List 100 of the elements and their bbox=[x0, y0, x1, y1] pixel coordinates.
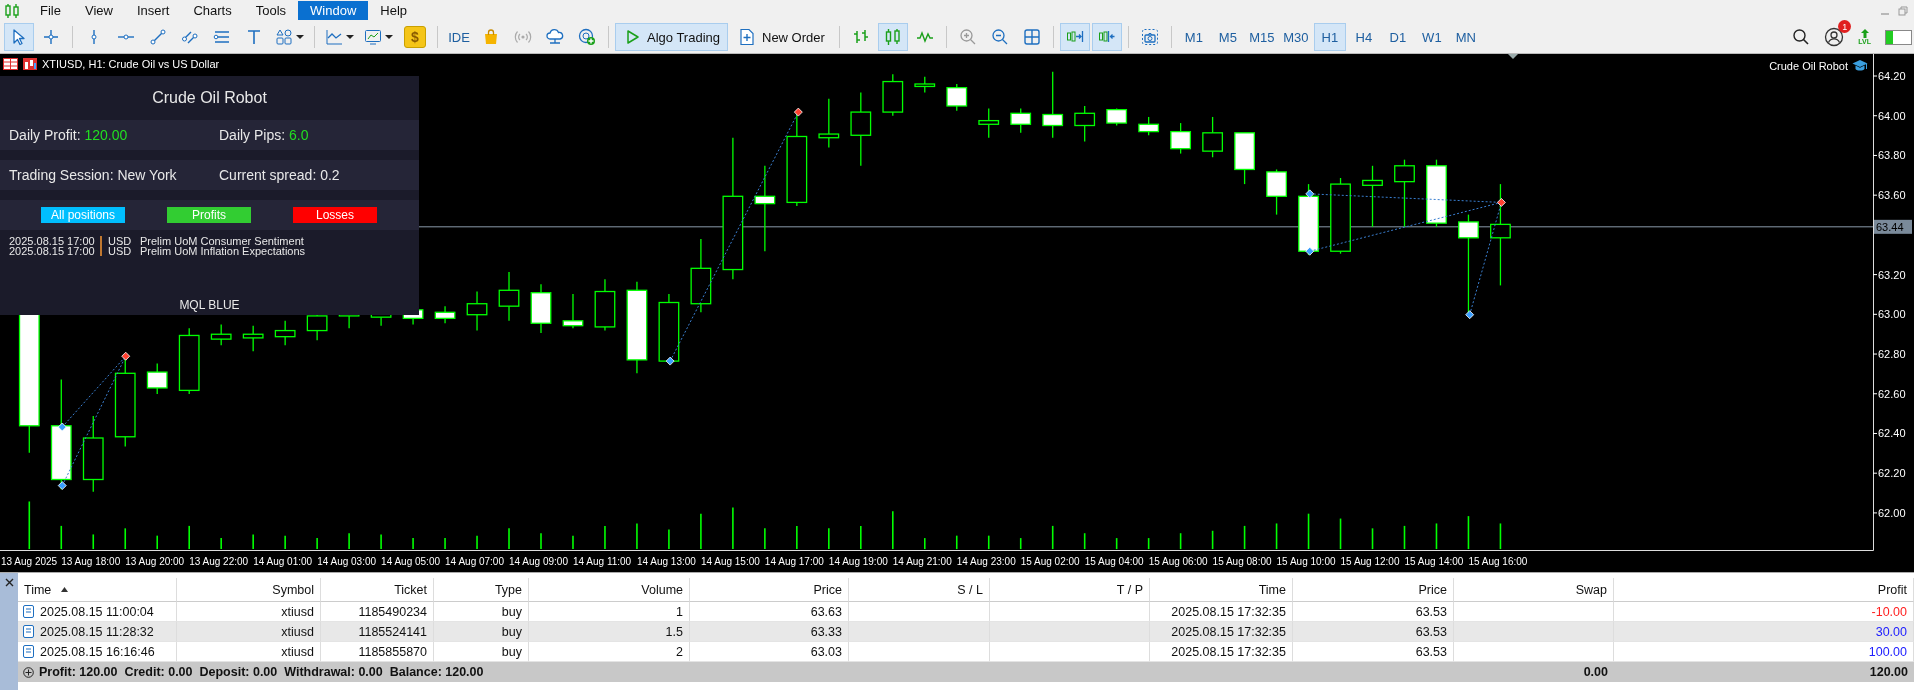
time-label: 13 Aug 2025 bbox=[1, 556, 58, 567]
column-header[interactable]: Price bbox=[690, 578, 849, 602]
column-header[interactable]: Price bbox=[1293, 578, 1454, 602]
candle bbox=[178, 327, 200, 395]
position-icon bbox=[23, 645, 34, 658]
table-icon[interactable] bbox=[3, 58, 18, 70]
stat-text: Daily Profit: 120.00 bbox=[9, 127, 129, 143]
position-icon bbox=[23, 625, 34, 638]
table-cell: 63.53 bbox=[1415, 604, 1447, 619]
time-label: 14 Aug 21:00 bbox=[892, 556, 952, 567]
expand-icon[interactable] bbox=[23, 666, 34, 678]
timeframe-button[interactable]: D1 bbox=[1381, 23, 1414, 51]
menu-item[interactable]: Window bbox=[298, 1, 369, 20]
panel-title: Crude Oil Robot bbox=[152, 89, 267, 107]
table-cell: 63.03 bbox=[810, 644, 842, 659]
algo-trading-button[interactable]: Algo Trading bbox=[615, 23, 728, 51]
menu-item[interactable]: View bbox=[72, 1, 125, 20]
stat-text: Trading Session: New York bbox=[9, 167, 178, 183]
candle bbox=[1394, 159, 1415, 228]
chart-shift-icon[interactable] bbox=[1091, 23, 1122, 51]
time-label: 14 Aug 05:00 bbox=[381, 556, 441, 567]
time-label: 14 Aug 13:00 bbox=[636, 556, 696, 567]
volume-bar bbox=[1371, 527, 1374, 550]
menu-item[interactable]: Charts bbox=[181, 1, 244, 20]
volume-bar bbox=[60, 525, 63, 550]
column-header[interactable]: Profit bbox=[1614, 578, 1914, 602]
price-label: 62.20 bbox=[1878, 467, 1906, 480]
ide-button[interactable]: IDE bbox=[444, 23, 474, 51]
monitor-chart-icon bbox=[364, 28, 382, 46]
volume-bar bbox=[1019, 537, 1022, 550]
timeframe-button[interactable]: M30 bbox=[1279, 23, 1312, 51]
menu-item[interactable]: Help bbox=[368, 1, 420, 20]
summary-text: Profit: 120.00 Credit: 0.00 Deposit: 0.00 Withdrawal: 0.00 Balance: 120.00 bbox=[39, 665, 484, 679]
column-header[interactable]: Ticket bbox=[321, 578, 434, 602]
upload-arrow-icon bbox=[1859, 28, 1870, 38]
column-header[interactable]: Symbol bbox=[177, 578, 321, 602]
volume-bar bbox=[1083, 532, 1086, 550]
time-label: 15 Aug 06:00 bbox=[1148, 556, 1208, 567]
time-label: 14 Aug 07:00 bbox=[445, 556, 504, 567]
candle bbox=[1234, 132, 1255, 185]
search-icon[interactable] bbox=[1792, 28, 1811, 46]
candle bbox=[594, 278, 616, 332]
table-cell: 63.33 bbox=[810, 624, 842, 639]
menu-item[interactable]: File bbox=[28, 1, 73, 20]
notification-badge: 1 bbox=[1838, 20, 1852, 33]
price-label: 63.00 bbox=[1878, 308, 1906, 321]
menu-item[interactable]: Tools bbox=[243, 1, 299, 20]
volume-bar bbox=[1435, 522, 1438, 550]
time-label: 15 Aug 16:00 bbox=[1468, 556, 1528, 567]
candlestick-icon[interactable] bbox=[877, 23, 908, 51]
timeframe-button[interactable]: M5 bbox=[1211, 23, 1244, 51]
volume-bar bbox=[1243, 525, 1246, 550]
column-header[interactable]: T / P bbox=[990, 578, 1150, 602]
time-label: 14 Aug 09:00 bbox=[509, 556, 568, 567]
caret-icon bbox=[385, 33, 393, 41]
news-event: Prelim UoM Consumer Sentiment bbox=[140, 236, 304, 246]
volume-bar bbox=[28, 500, 31, 550]
chart-window-icon[interactable] bbox=[23, 58, 37, 70]
column-header[interactable]: Time bbox=[1150, 578, 1293, 602]
table-cell: -10.00 bbox=[1871, 604, 1907, 619]
volume-bar bbox=[1179, 532, 1182, 550]
trade-marker-icon bbox=[57, 422, 67, 432]
column-header[interactable]: S / L bbox=[849, 578, 990, 602]
panel-footer: MQL BLUE bbox=[179, 298, 240, 312]
graduation-cap-icon[interactable] bbox=[1852, 59, 1868, 72]
dollar-icon[interactable]: $ bbox=[404, 26, 426, 48]
volume-bar bbox=[1499, 522, 1502, 550]
volume-bar bbox=[1403, 525, 1406, 550]
menu-item[interactable]: Insert bbox=[124, 1, 182, 20]
candle bbox=[1010, 107, 1032, 134]
current-price-label: 63.44 bbox=[1874, 219, 1912, 234]
account-icon[interactable] bbox=[1824, 27, 1845, 47]
column-header[interactable]: Type bbox=[434, 578, 529, 602]
time-label: 14 Aug 17:00 bbox=[764, 556, 824, 567]
time-label: 14 Aug 01:00 bbox=[253, 556, 313, 567]
candle bbox=[434, 305, 456, 324]
price-label: 64.00 bbox=[1878, 109, 1906, 122]
table-cell: 1.5 bbox=[665, 624, 683, 639]
column-header[interactable]: Volume bbox=[529, 578, 690, 602]
column-header[interactable]: Swap bbox=[1454, 578, 1614, 602]
autoscroll-icon[interactable] bbox=[1059, 23, 1090, 51]
column-header[interactable]: Time bbox=[18, 578, 177, 602]
timeframe-button[interactable]: H4 bbox=[1347, 23, 1380, 51]
new-order-button[interactable]: New Order bbox=[730, 23, 833, 51]
timeframe-button[interactable]: MN bbox=[1449, 23, 1482, 51]
time-label: 14 Aug 15:00 bbox=[700, 556, 760, 567]
timeframe-button[interactable]: W1 bbox=[1415, 23, 1448, 51]
trade-marker-icon bbox=[793, 107, 803, 117]
shift-marker-icon[interactable] bbox=[1508, 54, 1518, 59]
progress-icon bbox=[1885, 29, 1912, 45]
candle bbox=[946, 83, 968, 112]
table-cell: 2 bbox=[676, 644, 683, 659]
filter-button[interactable]: Losses bbox=[293, 207, 377, 223]
timeframe-button[interactable]: M1 bbox=[1177, 23, 1210, 51]
timeframe-button[interactable]: M15 bbox=[1245, 23, 1278, 51]
close-icon[interactable] bbox=[4, 578, 14, 587]
pointer-icon[interactable] bbox=[4, 23, 34, 51]
timeframe-button[interactable]: H1 bbox=[1313, 23, 1346, 51]
candle bbox=[562, 293, 584, 329]
news-event: Prelim UoM Inflation Expectations bbox=[140, 246, 306, 256]
